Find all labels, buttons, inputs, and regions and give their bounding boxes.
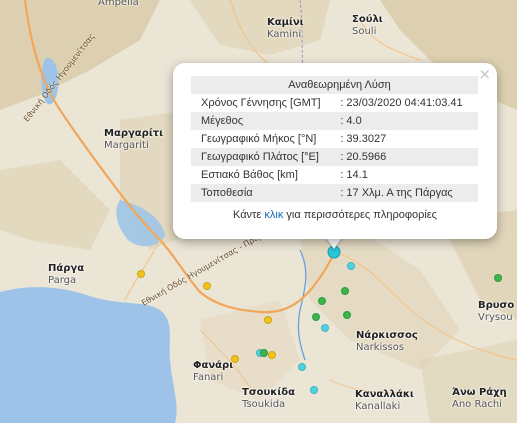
popup-title: Αναθεωρημένη Λύση — [191, 76, 478, 94]
place-vrysoula: Βρυσο Vrysou — [478, 300, 515, 323]
quake-marker[interactable] — [347, 262, 355, 270]
place-kamini: Καμίνι Kamini — [267, 17, 304, 40]
place-ano-rachi: Άνω Ράχη Ano Rachi — [452, 387, 507, 410]
table-row: Τοποθεσία: 17 Χλμ. Α της Πάργας — [191, 184, 478, 202]
row-label: Χρόνος Γέννησης [GMT] — [201, 97, 321, 109]
quake-marker[interactable] — [310, 386, 318, 394]
earthquake-info-popup: × Αναθεωρημένη Λύση Χρόνος Γέννησης [GMT… — [173, 63, 497, 239]
place-ampelia: Ampelia — [98, 0, 139, 8]
row-value: : 39.3027 — [340, 133, 387, 145]
table-row: Γεωγραφικό Μήκος [°N] : 39.3027 — [191, 130, 478, 148]
table-row: Εστιακό Βάθος [km] : 14.1 — [191, 166, 478, 184]
quake-marker[interactable] — [343, 311, 351, 319]
place-parga: Πάργα Parga — [48, 263, 85, 286]
row-value: : 20.5966 — [336, 148, 478, 166]
row-value: : 14.1 — [340, 169, 368, 181]
place-margariti: Μαργαρίτι Margariti — [104, 128, 163, 151]
place-tsoukida: Τσουκίδα Tsoukida — [242, 387, 295, 410]
more-info-link[interactable]: κλικ — [264, 209, 283, 221]
quake-marker[interactable] — [494, 274, 502, 282]
row-value: : 17 Χλμ. Α της Πάργας — [336, 184, 478, 202]
quake-marker[interactable] — [260, 349, 268, 357]
quake-marker[interactable] — [321, 324, 329, 332]
place-fanari: Φανάρι Fanari — [193, 360, 234, 383]
footer-text-before: Κάντε — [233, 209, 265, 221]
row-label: Μέγεθος — [191, 112, 337, 130]
sea — [0, 287, 177, 423]
quake-marker[interactable] — [264, 316, 272, 324]
popup-footer: Κάντε κλικ για περισσότερες πληροφορίες — [173, 209, 497, 221]
table-row: Γεωγραφικό Πλάτος [°E]: 20.5966 — [191, 148, 478, 166]
table-row: Μέγεθος: 4.0 — [191, 112, 478, 130]
earthquake-details-table: Αναθεωρημένη Λύση Χρόνος Γέννησης [GMT]:… — [191, 76, 478, 202]
place-narkissos: Νάρκισσος Narkissos — [356, 330, 418, 353]
row-label: Γεωγραφικό Μήκος [°N] — [201, 133, 317, 145]
quake-marker[interactable] — [298, 363, 306, 371]
table-row: Χρόνος Γέννησης [GMT] : 23/03/2020 04:41:… — [191, 94, 478, 112]
place-souli: Σούλι Souli — [352, 14, 383, 37]
quake-marker[interactable] — [268, 351, 276, 359]
row-label: Γεωγραφικό Πλάτος [°E] — [191, 148, 337, 166]
quake-marker[interactable] — [312, 313, 320, 321]
row-value: : 23/03/2020 04:41:03.41 — [340, 97, 463, 109]
quake-marker[interactable] — [341, 287, 349, 295]
row-label: Τοποθεσία — [191, 184, 337, 202]
place-kanallaki: Καναλλάκι Kanallaki — [355, 389, 414, 412]
quake-marker[interactable] — [137, 270, 145, 278]
row-label: Εστιακό Βάθος [km] — [201, 169, 298, 181]
footer-text-after: για περισσότερες πληροφορίες — [283, 209, 437, 221]
quake-marker[interactable] — [318, 297, 326, 305]
row-value: : 4.0 — [336, 112, 478, 130]
close-icon[interactable]: × — [478, 65, 491, 83]
quake-marker[interactable] — [203, 282, 211, 290]
